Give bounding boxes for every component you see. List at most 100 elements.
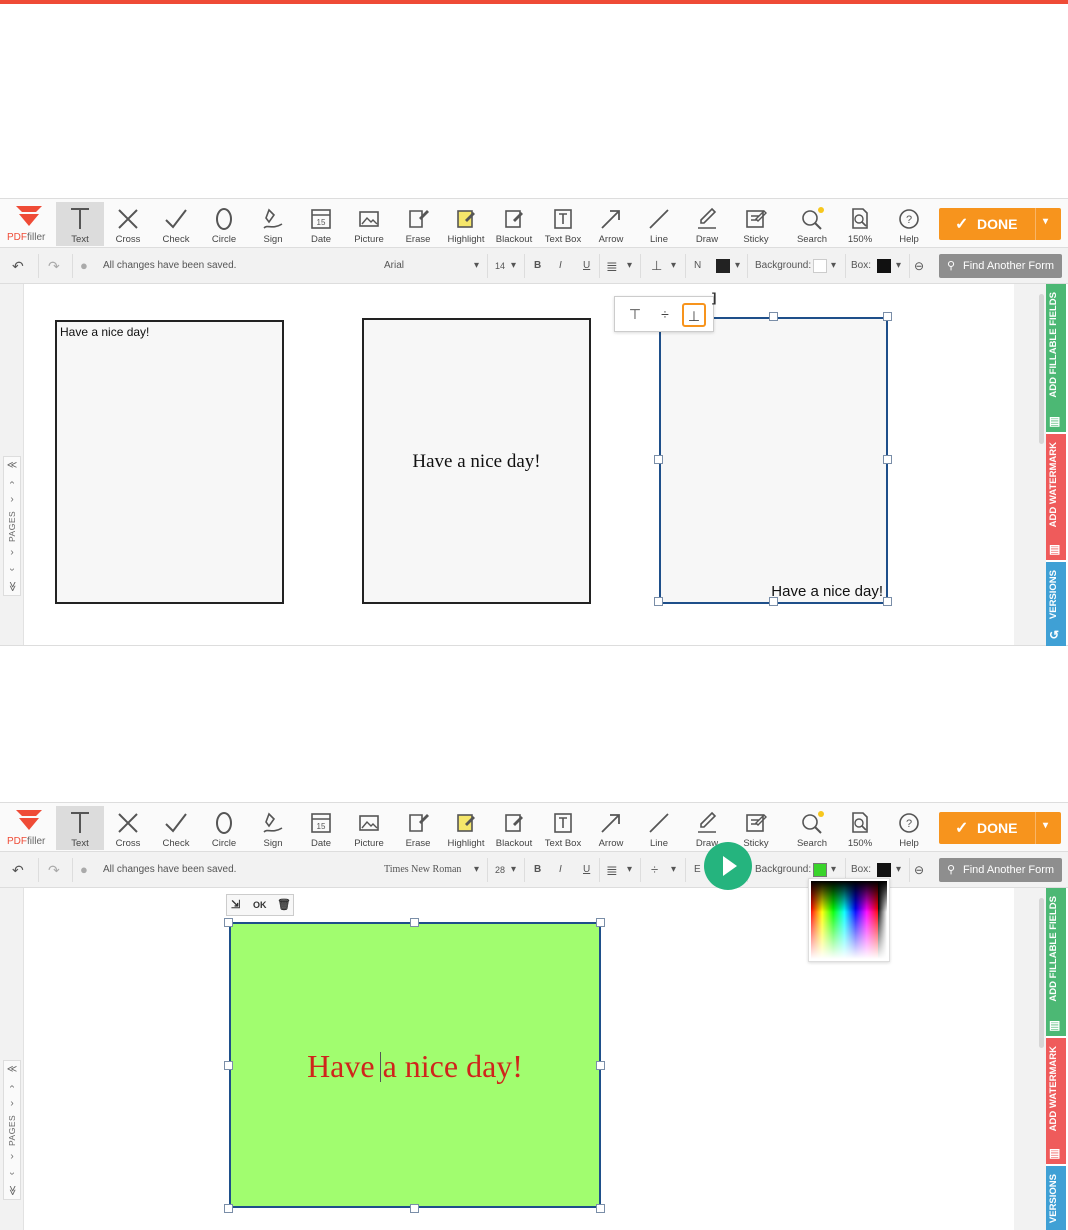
arrow-tool[interactable]: Arrow [587, 806, 635, 850]
resize-handle[interactable] [883, 312, 892, 321]
resize-handle[interactable] [769, 597, 778, 606]
erase-tool[interactable]: Erase [394, 806, 442, 850]
done-button[interactable]: ✓ DONE ▾ [939, 812, 1061, 844]
box-color-swatch[interactable] [877, 259, 891, 273]
underline-button[interactable]: U [583, 248, 590, 284]
pdffiller-logo[interactable]: PDFfiller [4, 203, 52, 247]
valign-bottom-button[interactable]: ⊥ [682, 303, 706, 327]
resize-handle[interactable] [596, 1061, 605, 1070]
zoom-tool[interactable]: 150% [836, 202, 884, 246]
text-box-middle-aligned[interactable]: Have a nice day! [362, 318, 591, 604]
chevron-down-icon[interactable]: ▾ [1043, 216, 1048, 227]
background-color-swatch[interactable] [813, 259, 827, 273]
last-page-icon[interactable]: ≫ [4, 579, 21, 595]
chevron-down-icon[interactable]: ▾ [671, 852, 676, 888]
expand-pages-icon[interactable]: › [4, 1095, 20, 1112]
undo-icon[interactable]: ↶ [12, 852, 24, 888]
help-tool[interactable]: ? Help [885, 202, 933, 246]
color-spectrum[interactable] [811, 881, 887, 959]
font-family-select[interactable]: Times New Roman [384, 852, 461, 888]
picture-tool[interactable]: Picture [345, 806, 393, 850]
scrollbar[interactable] [1039, 294, 1044, 444]
resize-handle[interactable] [883, 597, 892, 606]
scrollbar[interactable] [1039, 898, 1044, 1048]
resize-handle[interactable] [224, 1061, 233, 1070]
date-tool[interactable]: 15 Date [297, 202, 345, 246]
sticky-tool[interactable]: Sticky [732, 202, 780, 246]
find-another-form-button[interactable]: ⚲ Find Another Form [939, 858, 1062, 882]
search-tool[interactable]: Search [788, 202, 836, 246]
textbox-tool[interactable]: Text Box [539, 202, 587, 246]
resize-handle[interactable] [224, 1204, 233, 1213]
chevron-down-icon[interactable]: ▾ [627, 852, 632, 888]
ok-button[interactable]: OK [253, 900, 267, 910]
sticky-tool[interactable]: Sticky [732, 806, 780, 850]
line-tool[interactable]: Line [635, 806, 683, 850]
text-style-e[interactable]: E [694, 852, 701, 888]
document-canvas[interactable]: ≪ ‹ › PAGES › › ≫ ⇲ OK 🗑 Have a nice day… [0, 888, 1068, 1230]
valign-bottom-icon[interactable]: ⊥ [651, 248, 662, 284]
play-icon[interactable] [704, 842, 752, 890]
resize-handle[interactable] [883, 455, 892, 464]
box-color-swatch[interactable] [877, 863, 891, 877]
resize-handle[interactable] [769, 312, 778, 321]
expand-pages-icon[interactable]: › [4, 491, 20, 508]
circle-tool[interactable]: Circle [200, 806, 248, 850]
chevron-down-icon[interactable]: ▾ [627, 248, 632, 284]
cross-tool[interactable]: Cross [104, 806, 152, 850]
italic-button[interactable]: I [559, 248, 562, 284]
text-box-bottom-aligned[interactable]: Have a nice day! [659, 317, 888, 604]
picture-tool[interactable]: Picture [345, 202, 393, 246]
link-icon[interactable]: ⊖ [914, 852, 924, 888]
font-size-select[interactable]: 28 [495, 852, 505, 888]
prev-page-icon[interactable]: ‹ [4, 1079, 21, 1095]
versions-tab[interactable]: VERSIONS [1046, 1166, 1066, 1230]
resize-handle[interactable] [224, 918, 233, 927]
chevron-down-icon[interactable]: ▾ [735, 248, 740, 284]
redo-icon[interactable]: ↷ [48, 852, 60, 888]
pages-label[interactable]: PAGES [4, 1112, 20, 1148]
chevron-down-icon[interactable]: ▾ [511, 852, 516, 888]
blackout-tool[interactable]: Blackout [490, 202, 538, 246]
valign-top-button[interactable]: ⊤ [623, 303, 647, 327]
zoom-tool[interactable]: 150% [836, 806, 884, 850]
search-tool[interactable]: Search [788, 806, 836, 850]
redo-icon[interactable]: ↷ [48, 248, 60, 284]
font-size-select[interactable]: 14 [495, 248, 505, 284]
move-icon[interactable]: ⇲ [231, 898, 240, 911]
draw-tool[interactable]: Draw [683, 202, 731, 246]
chevron-down-icon[interactable]: ▾ [671, 248, 676, 284]
resize-handle[interactable] [410, 918, 419, 927]
arrow-tool[interactable]: Arrow [587, 202, 635, 246]
text-style-n[interactable]: N [694, 248, 701, 284]
chevron-down-icon[interactable]: ▾ [1043, 820, 1048, 831]
chevron-down-icon[interactable]: ▾ [831, 248, 836, 284]
chevron-down-icon[interactable]: ▾ [474, 852, 479, 888]
date-tool[interactable]: 15 Date [297, 806, 345, 850]
chevron-down-icon[interactable]: ▾ [896, 248, 901, 284]
expand-pages-icon[interactable]: › [4, 544, 20, 561]
textbox-tool[interactable]: Text Box [539, 806, 587, 850]
next-page-icon[interactable]: › [4, 562, 21, 578]
expand-pages-icon[interactable]: › [4, 1148, 20, 1165]
resize-handle[interactable] [654, 597, 663, 606]
bold-button[interactable]: B [534, 852, 541, 888]
resize-handle[interactable] [596, 918, 605, 927]
first-page-icon[interactable]: ≪ [4, 1061, 20, 1078]
chevron-down-icon[interactable]: ▾ [511, 248, 516, 284]
chevron-down-icon[interactable]: ▾ [474, 248, 479, 284]
text-tool[interactable]: Text [56, 202, 104, 246]
text-box-top-aligned[interactable]: Have a nice day! [55, 320, 284, 604]
check-tool[interactable]: Check [152, 806, 200, 850]
link-icon[interactable]: ⊖ [914, 248, 924, 284]
check-tool[interactable]: Check [152, 202, 200, 246]
italic-button[interactable]: I [559, 852, 562, 888]
align-icon[interactable]: ≣ [606, 852, 618, 888]
first-page-icon[interactable]: ≪ [4, 457, 20, 474]
find-another-form-button[interactable]: ⚲ Find Another Form [939, 254, 1062, 278]
help-tool[interactable]: ? Help [885, 806, 933, 850]
add-fillable-fields-tab[interactable]: ADD FILLABLE FIELDS ▤ [1046, 284, 1066, 432]
prev-page-icon[interactable]: ‹ [4, 475, 21, 491]
highlight-tool[interactable]: Highlight [442, 202, 490, 246]
bold-button[interactable]: B [534, 248, 541, 284]
